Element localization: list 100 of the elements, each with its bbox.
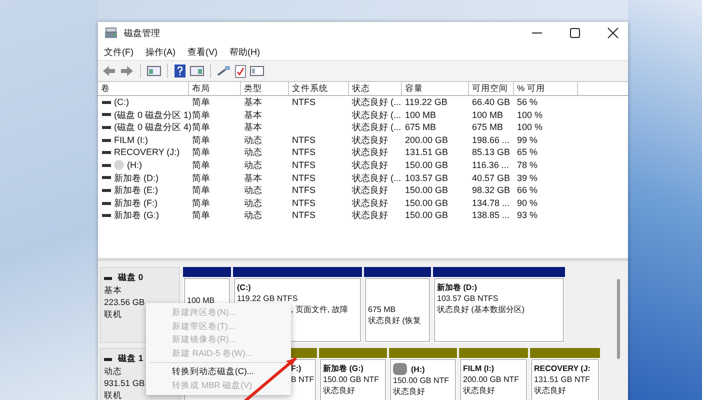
- disk-status: 联机: [104, 308, 123, 320]
- partition-size: 200.00 GB NTF: [463, 374, 520, 385]
- partition-status: 状态良好: [323, 385, 356, 396]
- connect-icon[interactable]: [217, 65, 231, 77]
- table-cell: 40.57 GB: [472, 172, 510, 183]
- table-cell: 动态: [244, 134, 262, 145]
- table-cell: NTFS: [292, 210, 316, 220]
- column-header[interactable]: % 可用: [514, 82, 578, 95]
- partition-name: 新加卷 (G:): [323, 363, 364, 374]
- table-cell: 119.22 GB: [405, 97, 448, 107]
- table-cell: 状态良好: [352, 134, 388, 145]
- table-cell: (C:): [114, 96, 129, 109]
- column-header[interactable]: 布局: [189, 82, 241, 95]
- column-header[interactable]: 类型: [241, 82, 289, 95]
- close-icon[interactable]: [606, 26, 620, 40]
- table-cell: 新加卷 (G:): [114, 209, 159, 222]
- table-cell: 基本: [244, 172, 262, 183]
- menu-item[interactable]: 操作(A): [146, 46, 176, 58]
- maximize-icon[interactable]: [568, 26, 582, 40]
- table-cell: 66 %: [517, 185, 538, 196]
- partition-bar: [319, 348, 387, 358]
- partition-size: 103.57 GB NTFS: [437, 293, 500, 304]
- table-cell: NTFS: [292, 172, 316, 183]
- column-header[interactable]: 状态: [349, 82, 402, 95]
- table-cell: 85.13 GB: [472, 147, 510, 158]
- table-cell: 动态: [244, 210, 262, 220]
- partition-size: 150.00 GB NTF: [393, 375, 450, 386]
- table-cell: 新加卷 (F:): [114, 196, 158, 210]
- partition-name: (C:): [237, 282, 251, 293]
- disk-type: 动态: [104, 365, 123, 377]
- table-cell: 100 %: [517, 110, 543, 120]
- column-header[interactable]: 文件系统: [289, 82, 349, 95]
- partition-size: 119.22 GB NTFS: [237, 293, 299, 304]
- table-cell: 100 %: [517, 122, 543, 132]
- table-cell: 简单: [192, 97, 210, 107]
- table-cell: (磁盘 0 磁盘分区 4): [114, 121, 192, 134]
- partition-size: 100 MB: [187, 295, 216, 306]
- partition-name: RECOVERY (J:: [534, 363, 590, 374]
- disk-type: 基本: [104, 284, 123, 296]
- properties-icon[interactable]: [250, 65, 264, 77]
- context-menu-item[interactable]: 转换到动态磁盘(C)...: [146, 365, 291, 378]
- partition-name: (H:): [411, 364, 425, 374]
- partition-status: 状态良好 (基本数据分区): [437, 304, 526, 315]
- table-cell: 状态良好: [352, 160, 388, 170]
- table-cell: 基本: [244, 97, 262, 107]
- table-cell: 138.85 ...: [472, 210, 510, 220]
- table-cell: NTFS: [292, 185, 316, 196]
- table-cell: 动态: [244, 198, 262, 208]
- table-cell: 状态良好 (...: [352, 172, 401, 183]
- table-cell: 简单: [192, 210, 210, 220]
- partition-bar: [530, 348, 600, 358]
- table-cell: 100 MB: [405, 110, 436, 120]
- table-cell: 简单: [192, 110, 210, 120]
- blur-patch: [393, 363, 407, 375]
- help-icon[interactable]: [174, 64, 186, 78]
- table-cell: 状态良好 (...: [352, 97, 401, 107]
- back-arrow-icon[interactable]: [102, 65, 116, 77]
- table-cell: 131.51 GB: [405, 147, 448, 158]
- menu-item[interactable]: 查看(V): [188, 46, 218, 58]
- table-cell: NTFS: [292, 97, 316, 107]
- checklist-icon[interactable]: [235, 64, 246, 78]
- table-cell: 200.00 GB: [405, 134, 448, 145]
- disk-name: 磁盘 1: [118, 353, 144, 365]
- table-cell: 状态良好 (...: [352, 122, 401, 132]
- table-cell: 状态良好: [352, 147, 388, 158]
- partition-size: 150.00 GB NTF: [323, 374, 380, 385]
- table-cell: 简单: [192, 198, 210, 208]
- table-cell: 56 %: [517, 97, 538, 107]
- table-cell: 65 %: [517, 147, 538, 158]
- disk-size: 223.56 GB: [104, 296, 146, 308]
- partition-status: 状态良好: [534, 385, 567, 396]
- menu-item[interactable]: 帮助(H): [230, 46, 260, 58]
- partition-bar: [183, 267, 231, 277]
- table-cell: 150.00 GB: [405, 198, 448, 208]
- table-cell: 100 MB: [472, 110, 504, 120]
- table-cell: NTFS: [292, 134, 316, 145]
- partition-name: F:): [291, 363, 302, 374]
- table-cell: 简单: [192, 147, 210, 158]
- table-cell: 基本: [244, 110, 262, 120]
- panel-icon[interactable]: [190, 65, 204, 77]
- table-cell: 98.32 GB: [472, 185, 510, 196]
- partition-bar: [364, 267, 431, 277]
- menu-item[interactable]: 文件(F): [104, 46, 134, 58]
- table-cell: 动态: [244, 185, 262, 196]
- table-cell: 简单: [192, 160, 210, 170]
- table-cell: NTFS: [292, 198, 316, 208]
- table-cell: 状态良好: [352, 185, 388, 196]
- panel-icon[interactable]: [147, 65, 161, 77]
- scrollbar[interactable]: [617, 279, 620, 359]
- table-cell: 状态良好: [352, 198, 388, 208]
- column-header[interactable]: 卷: [98, 82, 189, 95]
- table-cell: 150.00 GB: [405, 210, 448, 220]
- partition-status: 状态良好 (恢复: [368, 315, 422, 326]
- table-cell: 动态: [244, 147, 262, 158]
- column-header[interactable]: 容量: [402, 82, 469, 95]
- table-cell: (H:): [127, 158, 142, 172]
- forward-arrow-icon[interactable]: [120, 65, 134, 77]
- partition-size: B NTF: [291, 374, 315, 385]
- table-cell: 103.57 GB: [405, 172, 448, 183]
- column-header[interactable]: 可用空间: [469, 82, 514, 95]
